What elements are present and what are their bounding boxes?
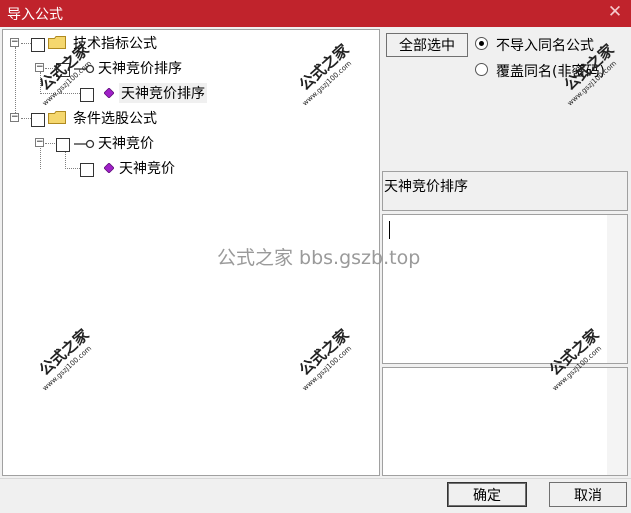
tree-node-checkbox[interactable] <box>31 38 45 52</box>
tree-node-label[interactable]: 技术指标公式 <box>73 33 157 53</box>
skip-duplicates-label[interactable]: 不导入同名公式 <box>496 35 594 55</box>
close-icon[interactable]: ✕ <box>605 2 625 22</box>
formula-description-area[interactable] <box>382 367 628 476</box>
tree-expander-icon[interactable]: − <box>35 63 44 72</box>
folder-icon <box>48 111 66 124</box>
tree-node-label-selected[interactable]: 天神竞价排序 <box>119 83 207 103</box>
title-bar: 导入公式 ✕ <box>0 0 631 27</box>
tree-connector <box>40 93 80 94</box>
tree-connector <box>40 72 41 94</box>
tree-node-checkbox[interactable] <box>31 113 45 127</box>
gem-icon <box>104 88 114 98</box>
tree-expander-icon[interactable]: − <box>35 138 44 147</box>
cancel-button[interactable]: 取消 <box>549 482 627 507</box>
folder-icon <box>48 36 66 49</box>
scrollbar[interactable] <box>607 215 627 363</box>
formula-tree[interactable]: − 技术指标公式 − 天神竞价排序 天神竞价排序 − 条件选股公式 − 天神竞价… <box>2 29 380 476</box>
skip-duplicates-radio[interactable] <box>475 37 488 50</box>
tree-connector <box>65 168 80 169</box>
tree-node-checkbox[interactable] <box>80 88 94 102</box>
divider <box>0 478 631 479</box>
tree-node-label[interactable]: 天神竞价排序 <box>98 58 182 78</box>
tree-expander-icon[interactable]: − <box>10 113 19 122</box>
gem-icon <box>104 163 114 173</box>
tree-connector <box>40 146 41 169</box>
tree-node-checkbox[interactable] <box>56 138 70 152</box>
tree-node-label[interactable]: 天神竞价 <box>98 133 154 153</box>
tree-node-checkbox[interactable] <box>80 163 94 177</box>
formula-name-field: 天神竞价排序 <box>382 171 628 211</box>
window-title: 导入公式 <box>7 7 63 23</box>
tree-node-label[interactable]: 天神竞价 <box>119 158 175 178</box>
tree-node-checkbox[interactable] <box>56 63 70 77</box>
ok-button[interactable]: 确定 <box>447 482 527 507</box>
select-all-button[interactable]: 全部选中 <box>386 33 468 57</box>
text-caret <box>389 221 390 239</box>
scrollbar[interactable] <box>607 368 627 475</box>
overwrite-duplicates-radio[interactable] <box>475 63 488 76</box>
key-icon <box>74 64 95 74</box>
overwrite-duplicates-label[interactable]: 覆盖同名(非密码) <box>496 61 605 81</box>
formula-name: 天神竞价排序 <box>384 179 468 195</box>
tree-expander-icon[interactable]: − <box>10 38 19 47</box>
key-icon <box>74 139 95 149</box>
tree-node-label[interactable]: 条件选股公式 <box>73 108 157 128</box>
formula-text-area[interactable] <box>382 214 628 364</box>
tree-connector <box>15 47 16 119</box>
